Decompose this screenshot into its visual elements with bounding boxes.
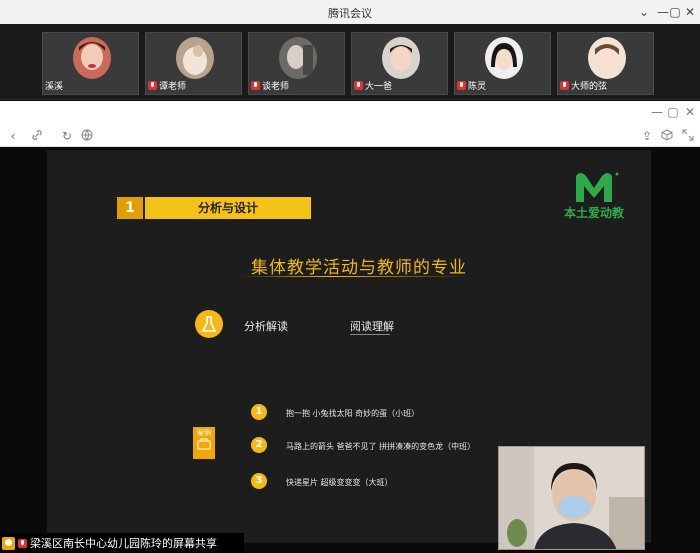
user-icon: [2, 536, 15, 550]
participant-tile[interactable]: 大一爸: [351, 32, 448, 95]
title-underline: [240, 276, 470, 277]
slide-title: 集体教学活动与教师的专业: [251, 258, 467, 278]
share-status-bar: 梁溪区南长中心幼儿园陈玲的屏幕共享: [0, 533, 244, 553]
restore-share-icon[interactable]: ▢: [666, 105, 680, 119]
minimize-share-icon[interactable]: —: [650, 105, 664, 119]
participant-avatar: [382, 37, 420, 79]
case-number: 3: [251, 473, 267, 489]
back-icon[interactable]: ‹: [6, 129, 20, 143]
meeting-window: 腾讯会议 ⌄ — ▢ ✕ 溪溪 谭老师 谈老师 大一爸 陈灵 大师的弦 — ▢ …: [0, 0, 700, 553]
participant-name: 谈老师: [251, 79, 289, 92]
case-number: 2: [251, 437, 267, 453]
case-badge: 案例: [193, 427, 215, 459]
globe-icon[interactable]: [80, 129, 94, 143]
participant-avatar: [588, 37, 626, 79]
muted-mic-icon: [354, 81, 363, 90]
muted-mic-icon: [560, 81, 569, 90]
cube-icon[interactable]: [660, 129, 674, 143]
point-value: 阅读理解: [350, 320, 394, 333]
case-text: 抱一抱 小兔找太阳 奇妙的蛋（小班）: [286, 409, 420, 418]
participant-name: 大师的弦: [560, 79, 607, 92]
section-title: 分析与设计: [145, 197, 311, 219]
case-number: 1: [251, 404, 267, 420]
point-underline: [350, 334, 390, 335]
collapse-button[interactable]: ⌄: [636, 4, 652, 20]
participant-avatar: [485, 37, 523, 79]
muted-mic-icon: [251, 81, 260, 90]
title-bar: 腾讯会议 ⌄ — ▢ ✕: [0, 0, 700, 24]
participant-name: 谭老师: [148, 79, 186, 92]
share-toolbar: — ▢ ✕ ‹ ↻ ⇪: [0, 101, 700, 147]
muted-mic-icon: [148, 81, 157, 90]
participant-avatar: [73, 37, 111, 79]
participant-name: 陈灵: [457, 79, 486, 92]
participant-tile[interactable]: 大师的弦: [557, 32, 654, 95]
case-text: 马路上的箭头 爸爸不见了 拼拼凑凑的变色龙（中班）: [286, 442, 476, 451]
participant-name: 溪溪: [45, 82, 64, 92]
muted-mic-icon: [18, 538, 27, 548]
participant-tile[interactable]: 陈灵: [454, 32, 551, 95]
participant-strip: 溪溪 谭老师 谈老师 大一爸 陈灵 大师的弦: [0, 24, 700, 100]
link-icon[interactable]: [30, 129, 44, 143]
participant-avatar: [176, 37, 214, 79]
refresh-icon[interactable]: ↻: [60, 129, 74, 143]
maximize-button[interactable]: ▢: [667, 4, 683, 20]
point-label: 分析解读: [244, 320, 288, 333]
participant-tile[interactable]: 溪溪: [42, 32, 139, 95]
app-title: 腾讯会议: [328, 7, 372, 20]
section-number: 1: [117, 197, 143, 219]
share-icon[interactable]: ⇪: [640, 129, 654, 143]
close-button[interactable]: ✕: [682, 4, 698, 20]
flask-icon: [195, 310, 223, 338]
brand-logo: 本土爱动教: [554, 168, 634, 222]
case-text: 快递星片 超级变变变（大班）: [286, 478, 393, 487]
muted-mic-icon: [457, 81, 466, 90]
participant-tile[interactable]: 谭老师: [145, 32, 242, 95]
participant-tile[interactable]: 谈老师: [248, 32, 345, 95]
share-status-text: 梁溪区南长中心幼儿园陈玲的屏幕共享: [30, 537, 217, 550]
presenter-video[interactable]: [498, 446, 645, 550]
close-share-icon[interactable]: ✕: [683, 105, 697, 119]
participant-name: 大一爸: [354, 79, 392, 92]
expand-icon[interactable]: [681, 129, 695, 143]
participant-avatar: [279, 37, 317, 79]
